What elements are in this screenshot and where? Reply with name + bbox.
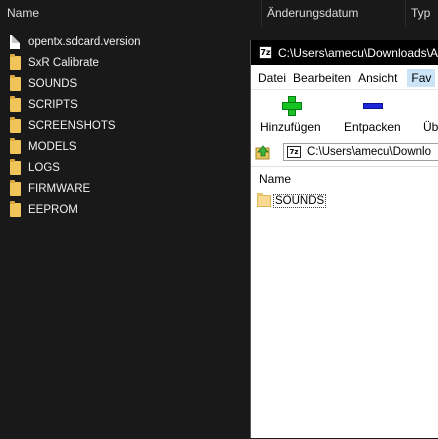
minus-icon [363, 103, 383, 109]
plus-icon [282, 96, 302, 116]
list-column-name[interactable]: Name [259, 172, 291, 186]
window-title: C:\Users\amecu\Downloads\A [277, 45, 438, 60]
menu-favorites[interactable]: Fav [407, 69, 436, 87]
archive-icon: 7z [287, 146, 301, 158]
folder-name: SCRIPTS [28, 98, 78, 111]
folder-row[interactable]: EEPROM [0, 199, 250, 220]
folder-icon [10, 179, 21, 196]
folder-row[interactable]: SCRIPTS [0, 94, 250, 115]
folder-icon [10, 53, 21, 70]
list-item-label: SOUNDS [273, 193, 327, 208]
folder-name: FIRMWARE [28, 182, 91, 195]
folder-name: SxR Calibrate [28, 56, 99, 69]
test-button[interactable]: Üb [423, 90, 438, 136]
address-text: C:\Users\amecu\Downlo [307, 146, 431, 158]
folder-row[interactable]: SCREENSHOTS [0, 115, 250, 136]
column-header-type[interactable]: Typ [411, 6, 430, 20]
file-icon [10, 34, 20, 49]
folder-name: LOGS [28, 161, 60, 174]
7zip-window: 7z C:\Users\amecu\Downloads\A Datei Bear… [251, 40, 438, 438]
column-header-bar: Name Änderungsdatum Typ [0, 0, 438, 26]
folder-row[interactable]: SOUNDS [0, 73, 250, 94]
column-header-name[interactable]: Name [7, 6, 39, 20]
folder-icon [257, 192, 271, 207]
column-header-date[interactable]: Änderungsdatum [267, 6, 358, 20]
menu-view[interactable]: Ansicht [358, 71, 397, 85]
folder-row[interactable]: SxR Calibrate [0, 52, 250, 73]
extract-button-label: Entpacken [344, 120, 401, 134]
list-item[interactable]: SOUNDS [257, 192, 327, 209]
column-divider[interactable] [405, 0, 406, 26]
column-divider[interactable] [261, 0, 262, 26]
folder-row[interactable]: FIRMWARE [0, 178, 250, 199]
folder-name: SCREENSHOTS [28, 119, 116, 132]
7zip-logo-icon: 7z [259, 46, 272, 59]
address-bar: 7z C:\Users\amecu\Downlo [251, 140, 438, 164]
folder-name: EEPROM [28, 203, 78, 216]
toolbar: Hinzufügen Entpacken Üb [251, 90, 438, 136]
extract-button[interactable]: Entpacken [344, 90, 404, 136]
title-bar[interactable]: 7z C:\Users\amecu\Downloads\A [251, 40, 438, 65]
add-button-label: Hinzufügen [260, 120, 321, 134]
folder-name: SOUNDS [28, 77, 78, 90]
up-folder-icon[interactable] [255, 144, 271, 160]
menu-bar: Datei Bearbeiten Ansicht Fav [251, 68, 438, 88]
folder-row[interactable]: LOGS [0, 157, 250, 178]
folder-row[interactable]: MODELS [0, 136, 250, 157]
menu-file[interactable]: Datei [258, 71, 286, 85]
folder-icon [10, 116, 21, 133]
address-input[interactable]: 7z C:\Users\amecu\Downlo [283, 143, 438, 161]
add-button[interactable]: Hinzufügen [260, 90, 324, 136]
file-name: opentx.sdcard.version [28, 35, 141, 48]
folder-icon [10, 200, 21, 217]
folder-icon [10, 95, 21, 112]
folder-icon [10, 158, 21, 175]
folder-icon [10, 137, 21, 154]
file-list: opentx.sdcard.version SxR Calibrate SOUN… [0, 31, 250, 220]
menu-edit[interactable]: Bearbeiten [293, 71, 351, 85]
archive-file-list: Name SOUNDS [251, 166, 438, 439]
test-button-label: Üb [423, 120, 438, 134]
folder-name: MODELS [28, 140, 77, 153]
file-row[interactable]: opentx.sdcard.version [0, 31, 250, 52]
folder-icon [10, 74, 21, 91]
